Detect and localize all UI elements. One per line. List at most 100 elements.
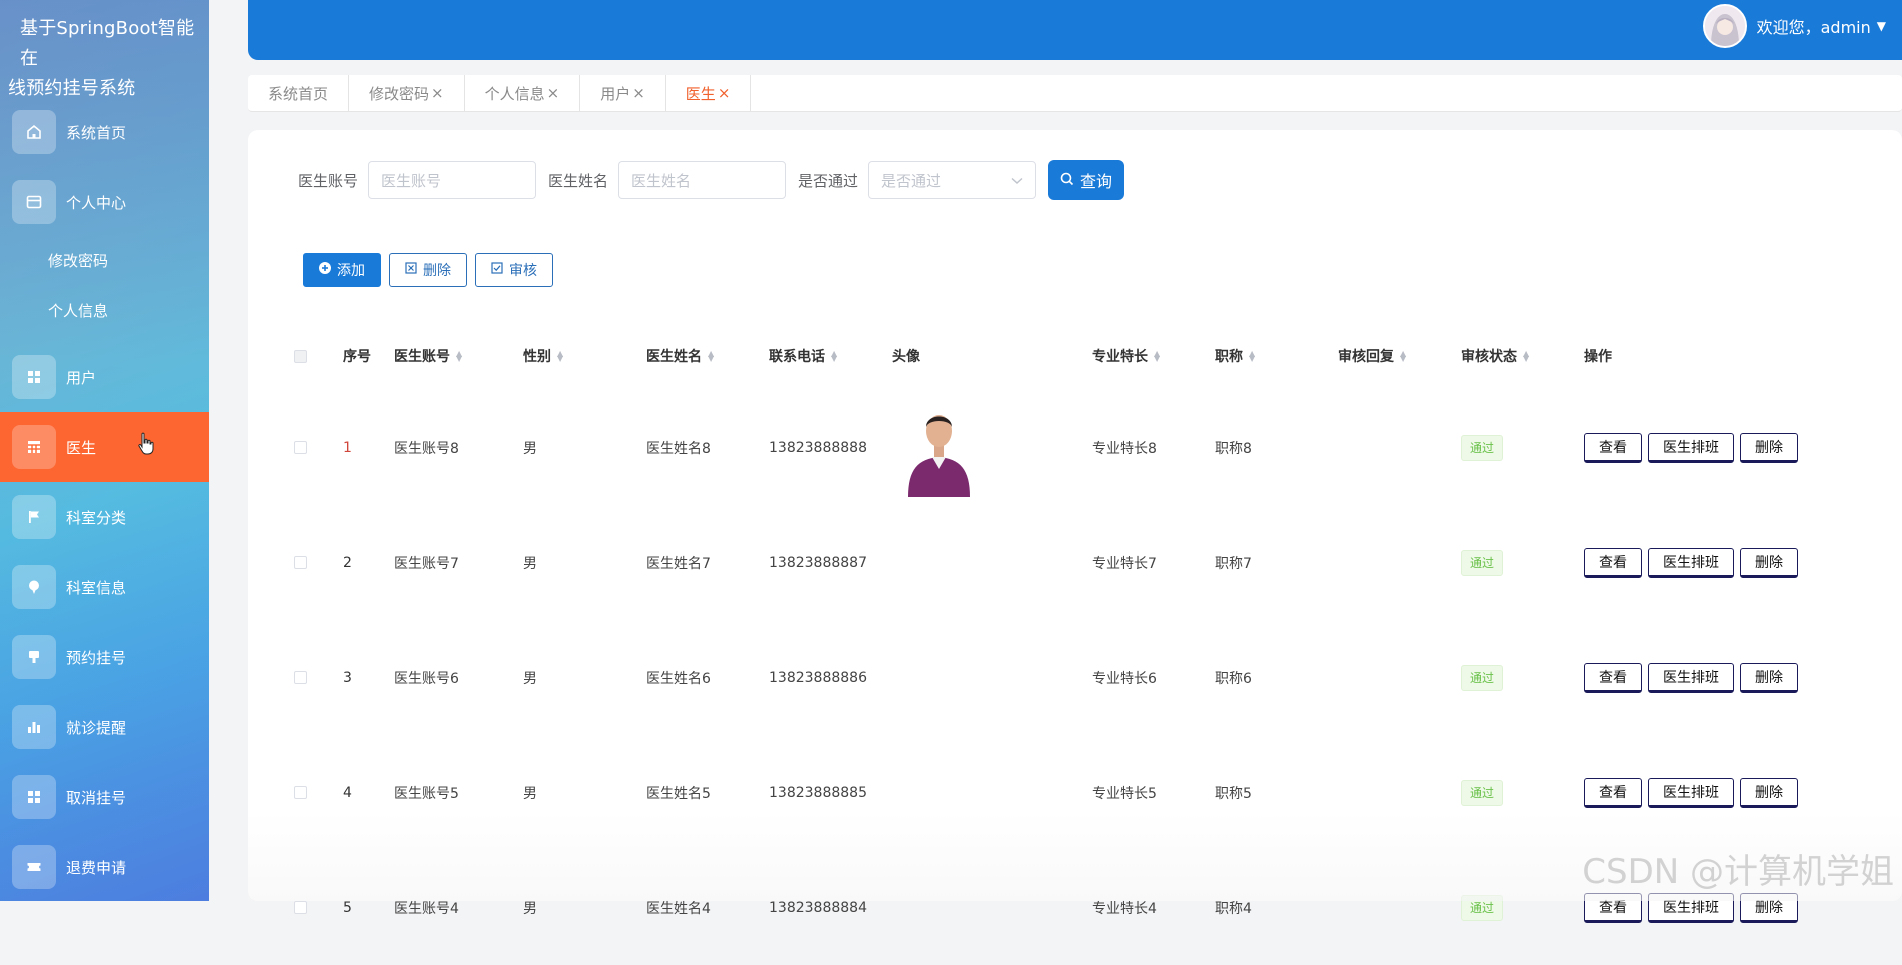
sidebar-subitem-personal-info[interactable]: 个人信息: [48, 300, 108, 321]
delete-button[interactable]: 删除: [1740, 547, 1798, 578]
avatar: [1702, 4, 1747, 48]
app-title-line1: 基于SpringBoot智能在: [20, 18, 195, 69]
ticket-icon: [12, 845, 56, 889]
cell-specialty: 专业特长8: [1092, 440, 1157, 457]
search-form: 医生账号 医生账号 医生姓名 医生姓名 是否通过 是否通过 查询: [298, 160, 1125, 200]
sidebar-item-label: 用户: [66, 368, 97, 387]
query-button-label: 查询: [1080, 172, 1113, 191]
query-button[interactable]: 查询: [1048, 160, 1125, 200]
cell-title: 职称8: [1215, 440, 1252, 457]
sidebar-item-label: 就诊提醒: [66, 718, 127, 737]
sidebar-item-personal-center[interactable]: 个人中心: [0, 167, 209, 237]
sidebar-item-cancel-appointment[interactable]: 取消挂号: [0, 762, 209, 832]
tab-personal-info[interactable]: 个人信息 ×: [465, 75, 581, 111]
status-badge: 通过: [1461, 549, 1504, 576]
table-icon: [12, 425, 56, 469]
sort-icon[interactable]: ▲ ▼: [708, 350, 714, 363]
sort-icon[interactable]: ▲ ▼: [1400, 350, 1406, 363]
audit-button[interactable]: 审核: [475, 253, 553, 287]
view-button[interactable]: 查看: [1584, 432, 1642, 463]
search-icon: [1060, 171, 1074, 190]
col-header-actions: 操作: [1584, 349, 1612, 365]
select-all-checkbox[interactable]: [294, 330, 307, 382]
close-icon[interactable]: ×: [632, 84, 645, 102]
checkbox[interactable]: [294, 901, 307, 914]
checkbox[interactable]: [294, 786, 307, 799]
audit-button-label: 审核: [509, 263, 537, 279]
delete-button[interactable]: 删除: [1740, 432, 1798, 463]
view-button[interactable]: 查看: [1584, 777, 1642, 808]
col-header-name[interactable]: 医生姓名 ▲ ▼: [646, 330, 714, 382]
sidebar-item-label: 科室信息: [66, 578, 127, 597]
col-header-label: 医生账号: [394, 349, 450, 365]
user-menu[interactable]: 欢迎您，admin ▼: [1702, 4, 1886, 48]
sidebar-item-users[interactable]: 用户: [0, 342, 209, 412]
name-input[interactable]: 医生姓名: [618, 161, 787, 199]
pin-icon: [12, 565, 56, 609]
sidebar-subitem-change-password[interactable]: 修改密码: [48, 250, 108, 271]
col-header-avatar: 头像: [892, 349, 920, 365]
sidebar-item-visit-reminder[interactable]: 就诊提醒: [0, 692, 209, 762]
cell-status: 通过: [1461, 390, 1504, 505]
sidebar-item-label: 取消挂号: [66, 788, 127, 807]
view-button[interactable]: 查看: [1584, 662, 1642, 693]
col-header-reply[interactable]: 审核回复 ▲ ▼: [1338, 330, 1406, 382]
schedule-button[interactable]: 医生排班: [1648, 662, 1734, 693]
delete-button[interactable]: 删除: [1740, 662, 1798, 693]
checkbox[interactable]: [294, 349, 307, 363]
account-input[interactable]: 医生账号: [368, 161, 537, 199]
tab-bar: 系统首页 修改密码 × 个人信息 × 用户 × 医生 ×: [248, 75, 1902, 112]
plus-circle-icon: [319, 262, 331, 278]
sort-icon[interactable]: ▲ ▼: [1154, 350, 1160, 363]
sidebar-item-doctors[interactable]: 医生: [0, 412, 209, 482]
view-button[interactable]: 查看: [1584, 547, 1642, 578]
tab-home[interactable]: 系统首页: [248, 75, 350, 111]
sidebar-item-label: 医生: [66, 438, 97, 457]
sort-icon[interactable]: ▲ ▼: [557, 350, 563, 363]
check-box-icon: [491, 262, 503, 278]
col-header-gender[interactable]: 性别 ▲ ▼: [523, 330, 563, 382]
schedule-button[interactable]: 医生排班: [1648, 777, 1734, 808]
checkbox[interactable]: [294, 556, 307, 569]
delete-button[interactable]: 删除: [1740, 777, 1798, 808]
tab-doctors[interactable]: 医生 ×: [666, 75, 752, 111]
checkbox[interactable]: [294, 441, 307, 454]
tab-users[interactable]: 用户 ×: [580, 75, 666, 111]
cell-gender: 男: [523, 670, 537, 687]
sort-icon[interactable]: ▲ ▼: [1249, 350, 1255, 363]
sidebar-item-department-info[interactable]: 科室信息: [0, 552, 209, 622]
checkbox[interactable]: [294, 671, 307, 684]
batch-delete-label: 删除: [423, 263, 451, 279]
table-row: 3 医生账号6 男 医生姓名6 13823888886 专业特长6 职称6 通过…: [248, 620, 1902, 735]
close-icon[interactable]: ×: [431, 84, 444, 102]
sidebar-item-refund-request[interactable]: 退费申请: [0, 832, 209, 901]
passed-label: 是否通过: [798, 171, 859, 190]
tab-change-password[interactable]: 修改密码 ×: [349, 75, 465, 111]
col-header-account[interactable]: 医生账号 ▲ ▼: [394, 330, 462, 382]
row-checkbox[interactable]: [294, 620, 307, 735]
row-checkbox[interactable]: [294, 505, 307, 620]
batch-delete-button[interactable]: 删除: [389, 253, 467, 287]
sort-icon[interactable]: ▲ ▼: [456, 350, 462, 363]
sort-icon[interactable]: ▲ ▼: [1523, 350, 1529, 363]
schedule-button[interactable]: 医生排班: [1648, 432, 1734, 463]
chevron-down-icon: [1011, 171, 1023, 189]
close-icon[interactable]: ×: [718, 84, 731, 102]
cell-account: 医生账号7: [394, 555, 459, 572]
col-header-phone[interactable]: 联系电话 ▲ ▼: [769, 330, 837, 382]
passed-select[interactable]: 是否通过: [868, 161, 1037, 199]
cell-title: 职称6: [1215, 670, 1252, 687]
grid-icon: [12, 775, 56, 819]
close-icon[interactable]: ×: [547, 84, 560, 102]
sidebar-item-department-category[interactable]: 科室分类: [0, 482, 209, 552]
schedule-button[interactable]: 医生排班: [1648, 547, 1734, 578]
col-header-status[interactable]: 审核状态 ▲ ▼: [1461, 330, 1529, 382]
watermark: CSDN @计算机学姐: [1582, 852, 1894, 892]
row-checkbox[interactable]: [294, 390, 307, 505]
sidebar-item-appointment[interactable]: 预约挂号: [0, 622, 209, 692]
sort-icon[interactable]: ▲ ▼: [831, 350, 837, 363]
col-header-title[interactable]: 职称 ▲ ▼: [1215, 330, 1255, 382]
sidebar-item-home[interactable]: 系统首页: [0, 97, 209, 167]
add-button[interactable]: 添加: [303, 253, 381, 287]
col-header-specialty[interactable]: 专业特长 ▲ ▼: [1092, 330, 1160, 382]
